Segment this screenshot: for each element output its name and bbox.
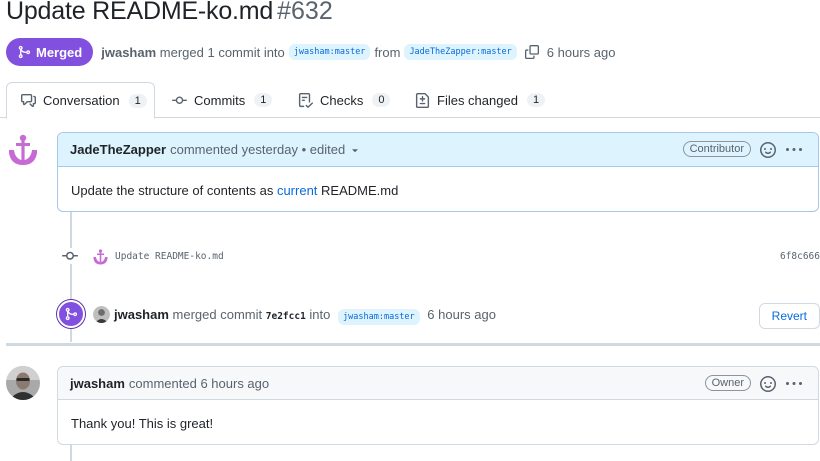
merge-summary: jwasham merged 1 commit into jwasham:mas… (101, 44, 615, 60)
user-avatar-image (6, 366, 40, 400)
merge-event-time[interactable]: 6 hours ago (427, 307, 496, 322)
merge-summary-text: merged 1 commit into (159, 44, 285, 60)
merge-event-label: merged commit (172, 306, 263, 322)
comment-text-end: README.md (317, 183, 399, 198)
merged-status-badge: Merged (6, 38, 94, 66)
tab-checks[interactable]: Checks 0 (298, 82, 391, 118)
merge-event: jwasham merged commit 7e2fcc1 into jwash… (57, 299, 820, 329)
triangle-down-icon[interactable] (349, 144, 361, 156)
contributor-badge: Contributor (682, 141, 751, 157)
pr-meta: Merged jwasham merged 1 commit into jwas… (6, 38, 615, 66)
git-merge-icon (18, 45, 31, 59)
comment-author[interactable]: jwasham (70, 376, 125, 391)
merge-target-branch[interactable]: jwasham:master (338, 308, 420, 325)
avatar[interactable] (6, 132, 40, 166)
comment-meta[interactable]: commented yesterday • edited (170, 142, 345, 157)
tab-files-changed-label: Files changed (437, 92, 518, 108)
comment-author[interactable]: JadeTheZapper (70, 142, 166, 157)
commit-message-link[interactable]: Update README-ko.md (115, 251, 224, 262)
commit-sha-link[interactable]: 6f8c666 (780, 251, 820, 262)
pr-title-row: Update README-ko.md #632 (6, 0, 333, 33)
kebab-horizontal-icon[interactable] (786, 376, 802, 392)
merge-time: 6 hours ago (546, 44, 616, 60)
comment-card: jwasham commented 6 hours ago Owner Than… (57, 366, 819, 445)
current-link[interactable]: current (277, 183, 317, 198)
merge-into-text: into (309, 306, 331, 322)
comment-body: Update the structure of contents as curr… (58, 167, 818, 214)
comment-text: Thank you! This is great! (71, 416, 214, 431)
anchor-avatar-icon (6, 132, 40, 166)
tab-files-changed-count: 1 (526, 93, 546, 107)
commit-event: Update README-ko.md 6f8c666 (62, 245, 820, 267)
kebab-horizontal-icon[interactable] (786, 142, 802, 158)
git-commit-icon (62, 248, 78, 264)
tab-conversation-label: Conversation (43, 93, 120, 108)
owner-badge: Owner (704, 375, 751, 391)
revert-button[interactable]: Revert (758, 303, 820, 329)
tab-checks-label: Checks (320, 92, 364, 108)
tab-checks-count: 0 (372, 93, 391, 107)
tab-conversation-count: 1 (128, 93, 147, 108)
comment-card: JadeTheZapper commented yesterday • edit… (57, 132, 819, 212)
merge-commit-sha[interactable]: 7e2fcc1 (266, 311, 306, 322)
pr-number: #632 (277, 0, 333, 25)
comment-body: Thank you! This is great! (58, 400, 818, 447)
smiley-icon[interactable] (760, 142, 776, 158)
git-merge-icon (57, 300, 85, 328)
merge-event-user[interactable]: jwasham (114, 307, 169, 322)
base-branch[interactable]: jwasham:master (288, 44, 371, 60)
avatar[interactable] (6, 366, 40, 400)
timeline-divider (6, 343, 820, 346)
comment-header: jwasham commented 6 hours ago Owner (58, 367, 818, 400)
merged-status-label: Merged (36, 44, 83, 60)
git-commit-icon (172, 96, 187, 104)
tab-commits-label: Commits (194, 92, 246, 108)
copy-icon[interactable] (524, 45, 539, 59)
merge-user-link[interactable]: jwasham (101, 45, 156, 60)
tab-files-changed[interactable]: Files changed 1 (415, 82, 546, 118)
pr-tabs: Conversation 1 Commits 1 Checks 0 Files … (0, 82, 820, 119)
smiley-icon[interactable] (760, 376, 776, 392)
comment-discussion-icon (21, 93, 36, 108)
comment-text: Update the structure of contents as (71, 183, 277, 198)
checklist-icon (298, 92, 313, 108)
head-branch[interactable]: JadeTheZapper:master (404, 44, 517, 60)
comment-meta[interactable]: commented 6 hours ago (129, 376, 269, 391)
pr-title: Update README-ko.md (6, 0, 274, 25)
tab-commits-count: 1 (254, 93, 273, 107)
tab-commits[interactable]: Commits 1 (172, 82, 273, 118)
user-avatar[interactable] (93, 305, 110, 323)
comment-header: JadeTheZapper commented yesterday • edit… (58, 133, 818, 167)
anchor-avatar-icon[interactable] (92, 248, 109, 265)
tab-conversation[interactable]: Conversation 1 (6, 82, 155, 119)
from-text: from (374, 44, 401, 60)
merge-event-text: jwasham merged commit 7e2fcc1 into jwash… (114, 306, 496, 325)
file-diff-icon (415, 92, 430, 108)
